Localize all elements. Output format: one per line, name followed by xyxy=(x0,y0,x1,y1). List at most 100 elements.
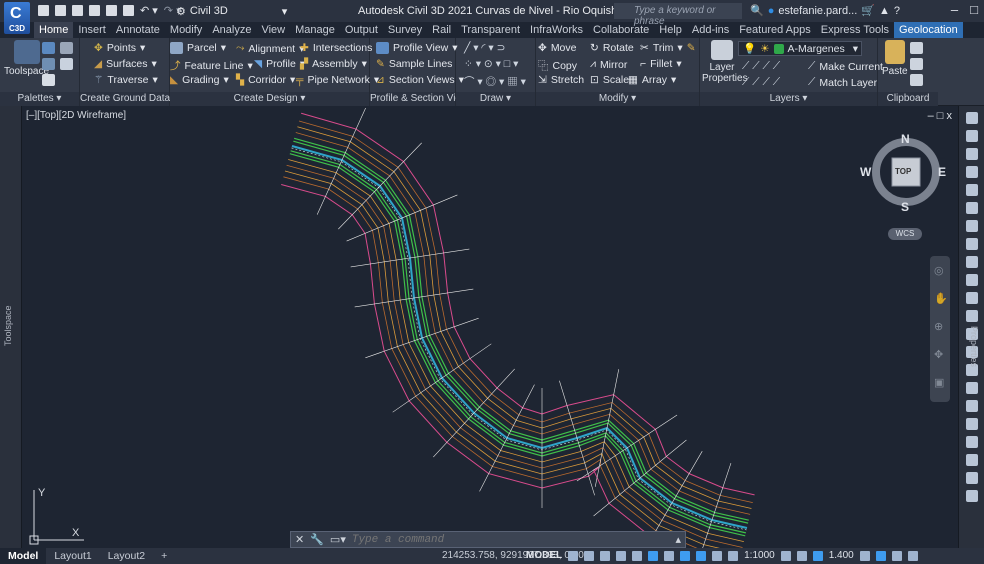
cut-icon[interactable] xyxy=(910,42,923,54)
print-icon[interactable] xyxy=(123,5,134,16)
viewcube-west[interactable]: W xyxy=(860,165,871,179)
tab-insert[interactable]: Insert xyxy=(73,22,111,38)
open-icon[interactable] xyxy=(55,5,66,16)
tool-icon[interactable] xyxy=(965,418,978,430)
prospector-icon[interactable] xyxy=(42,42,55,54)
help-icon[interactable]: ? xyxy=(894,5,900,17)
viewcube-east[interactable]: E xyxy=(938,165,946,179)
transparency-icon[interactable] xyxy=(696,550,707,561)
tool-icon[interactable] xyxy=(965,400,978,412)
grid-icon[interactable] xyxy=(568,550,579,561)
match-layer-button[interactable]: ⟋ Match Layer xyxy=(808,76,877,89)
fillet-button[interactable]: ⌐ Fillet ▾ xyxy=(640,58,682,70)
tool-icon[interactable] xyxy=(965,472,978,484)
tool-icon[interactable] xyxy=(965,490,978,502)
alignment-line[interactable] xyxy=(291,147,747,531)
polyline-tool[interactable]: ⌒ ▾ ◎ ▾ ▦ ▾ xyxy=(464,74,526,89)
viewcube-face-top[interactable]: TOP xyxy=(895,167,911,176)
tab-manage[interactable]: Manage xyxy=(290,22,340,38)
workspace-selector[interactable]: ⚙ Civil 3D ▾ xyxy=(176,3,296,19)
wcs-menu[interactable]: WCS xyxy=(888,228,922,240)
tab-collaborate[interactable]: Collaborate xyxy=(588,22,654,38)
web-mobile-icon[interactable] xyxy=(106,5,117,16)
scale-button[interactable]: ⊡ Scale xyxy=(590,74,629,86)
line-tool[interactable]: ╱ ▾ ◜ ▾ ⊃ xyxy=(464,42,505,54)
copy-button[interactable]: ⿻ Copy xyxy=(538,58,577,73)
contour-line[interactable] xyxy=(293,140,749,524)
layer-properties-button[interactable]: Layer Properties xyxy=(702,40,748,84)
tab-modify[interactable]: Modify xyxy=(165,22,207,38)
osnap-icon[interactable] xyxy=(664,550,675,561)
ortho-icon[interactable] xyxy=(600,550,611,561)
tab-geolocation[interactable]: Geolocation xyxy=(894,22,963,38)
pan-icon[interactable]: ✋ xyxy=(934,292,948,305)
tool-icon[interactable] xyxy=(965,202,978,214)
boundary-line[interactable] xyxy=(301,112,755,496)
tab-help[interactable]: Help xyxy=(654,22,687,38)
tool-icon[interactable] xyxy=(965,310,978,322)
drawing-viewport[interactable]: [–][Top][2D Wireframe] – □ x N S E W TOP… xyxy=(22,108,958,548)
tab-output[interactable]: Output xyxy=(340,22,383,38)
isolate-value[interactable]: 1.400 xyxy=(829,550,854,561)
feature-line-button[interactable]: ⤴ Feature Line ▾ xyxy=(170,58,253,73)
tool-icon[interactable] xyxy=(965,292,978,304)
viewcube[interactable]: N S E W TOP xyxy=(860,132,946,214)
tab-annotate[interactable]: Annotate xyxy=(111,22,165,38)
survey-icon[interactable] xyxy=(42,58,55,70)
tool-icon[interactable] xyxy=(965,130,978,142)
application-menu-button[interactable]: C C3D xyxy=(4,2,30,34)
tab-express-tools[interactable]: Express Tools xyxy=(816,22,894,38)
workspace-switch-icon[interactable] xyxy=(780,550,791,561)
steering-wheel-icon[interactable]: ◎ xyxy=(934,264,944,277)
minimize-button[interactable]: – xyxy=(951,2,958,17)
undo-icon[interactable]: ↶ ▾ xyxy=(140,4,158,17)
contour-line[interactable] xyxy=(293,137,749,521)
tool-icon[interactable] xyxy=(965,148,978,160)
contour-line[interactable] xyxy=(286,164,743,548)
orbit-icon[interactable]: ✥ xyxy=(934,348,943,361)
tool-icon[interactable] xyxy=(965,436,978,448)
toolbox-icon[interactable] xyxy=(60,58,73,70)
paste-button[interactable]: Paste xyxy=(882,40,908,77)
command-input[interactable] xyxy=(351,533,670,546)
quick-props-icon[interactable] xyxy=(875,550,886,561)
search-input[interactable]: Type a keyword or phrase xyxy=(614,3,742,27)
viewcube-north[interactable]: N xyxy=(901,132,910,146)
new-icon[interactable] xyxy=(38,5,49,16)
stretch-button[interactable]: ⇲ Stretch xyxy=(538,74,584,86)
save-icon[interactable] xyxy=(72,5,83,16)
tool-icon[interactable] xyxy=(965,382,978,394)
plus-icon[interactable] xyxy=(796,550,807,561)
command-history-icon[interactable]: ▭▾ xyxy=(330,533,346,546)
tab-analyze[interactable]: Analyze xyxy=(207,22,256,38)
tool-palettes-strip[interactable]: Properties xyxy=(958,106,984,550)
customize-icon[interactable] xyxy=(907,550,918,561)
layout-tab-2[interactable]: Layout2 xyxy=(100,548,153,564)
array-button[interactable]: ▦ Array ▾ xyxy=(628,74,676,86)
command-line[interactable]: ✕ 🔧 ▭▾ ▴ xyxy=(290,531,686,548)
annotation-scale[interactable]: 1:1000 xyxy=(744,550,775,561)
tool-icon[interactable] xyxy=(965,256,978,268)
viewcube-south[interactable]: S xyxy=(901,200,909,214)
save-as-icon[interactable] xyxy=(89,5,100,16)
layer-dropdown[interactable]: 💡 ☀ A-Margenes ▾ xyxy=(738,41,862,56)
section-views-button[interactable]: ⊿ Section Views ▾ xyxy=(376,74,464,86)
tool-icon[interactable] xyxy=(965,166,978,178)
layer-tools-2[interactable]: ⟋ ⟋ ⟋ ⟋ xyxy=(742,76,780,89)
showmotion-icon[interactable]: ▣ xyxy=(934,376,944,389)
wrench-icon[interactable]: 🔧 xyxy=(310,533,324,546)
tab-view[interactable]: View xyxy=(256,22,290,38)
tab-survey[interactable]: Survey xyxy=(383,22,427,38)
panel-title-ground[interactable]: Create Ground Data ▾ xyxy=(80,92,178,106)
lineweight-icon[interactable] xyxy=(680,550,691,561)
tool-icon[interactable] xyxy=(965,184,978,196)
surfaces-button[interactable]: ◢ Surfaces ▾ xyxy=(94,58,157,70)
trim-button[interactable]: ✂ Trim ▾ ✎ xyxy=(640,42,696,54)
tab-home[interactable]: Home xyxy=(34,22,74,38)
model-space-toggle[interactable]: MODEL xyxy=(526,550,562,561)
tab-transparent[interactable]: Transparent xyxy=(456,22,525,38)
properties-icon[interactable] xyxy=(42,74,55,86)
tab-featured-apps[interactable]: Featured Apps xyxy=(734,22,816,38)
panel-title-profile-section[interactable]: Profile & Section Views xyxy=(370,92,473,106)
units-icon[interactable] xyxy=(859,550,870,561)
